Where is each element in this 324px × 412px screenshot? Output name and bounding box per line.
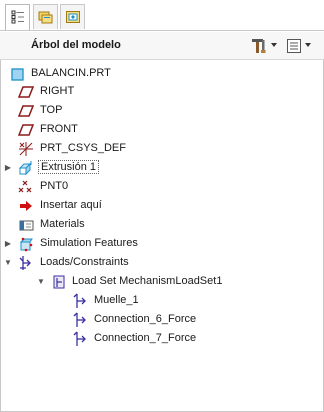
datum-plane-icon (18, 122, 34, 138)
datum-plane-icon (18, 103, 34, 119)
tree-item-connection-6-force[interactable]: Connection_6_Force (0, 311, 324, 329)
force-icon (72, 293, 88, 309)
tab-model-tree[interactable] (5, 4, 30, 31)
tree-item-label: Muelle_1 (94, 294, 139, 306)
force-icon (72, 331, 88, 347)
tree-item-loads-constraints[interactable]: ▼ Loads/Constraints (0, 254, 324, 272)
favorites-icon (65, 9, 81, 25)
tree-item-prt-csys-def[interactable]: PRT_CSYS_DEF (0, 140, 324, 158)
materials-icon (18, 217, 34, 233)
tree-item-extrusion-1[interactable]: ▶ Extrusión 1 (0, 159, 324, 177)
tree-item-connection-7-force[interactable]: Connection_7_Force (0, 330, 324, 348)
settings-tools-icon (250, 37, 268, 55)
tree-item-label: Simulation Features (40, 237, 138, 249)
tree-item-top[interactable]: TOP (0, 102, 324, 120)
collapse-arrow-icon[interactable]: ▼ (3, 258, 13, 268)
tree-item-label: BALANCIN.PRT (31, 67, 111, 79)
tree-item-label: TOP (40, 104, 63, 116)
expand-arrow-icon[interactable]: ▶ (3, 163, 13, 173)
chevron-down-icon (271, 43, 277, 47)
model-tree-header: Árbol del modelo (0, 32, 324, 60)
tree-item-label: Extrusión 1 (38, 160, 100, 174)
tree-item-right[interactable]: RIGHT (0, 83, 324, 101)
force-icon (72, 312, 88, 328)
tree-item-label: Connection_7_Force (94, 332, 197, 344)
expand-arrow-icon[interactable]: ▶ (3, 239, 13, 249)
tree-item-label: Insertar aquí (40, 199, 102, 211)
tree-item-front[interactable]: FRONT (0, 121, 324, 139)
datum-point-icon (18, 179, 34, 195)
model-tree-title: Árbol del modelo (31, 39, 121, 51)
model-tree-icon (11, 10, 25, 24)
coordinate-system-icon (18, 141, 34, 157)
tree-item-materials[interactable]: Materials (0, 216, 324, 234)
tree-item-label: FRONT (40, 123, 78, 135)
tab-folder-browser[interactable] (33, 4, 58, 29)
tree-item-label: Materials (40, 218, 85, 230)
tree-item-insert-here[interactable]: Insertar aquí (0, 197, 324, 215)
chevron-down-icon (305, 43, 311, 47)
collapse-arrow-icon[interactable]: ▼ (36, 277, 46, 287)
part-icon (10, 66, 26, 82)
folder-icon (38, 9, 54, 25)
load-set-icon (51, 274, 67, 290)
tree-item-label: Connection_6_Force (94, 313, 197, 325)
tree-item-label: PRT_CSYS_DEF (40, 142, 126, 154)
tree-item-simulation-features[interactable]: ▶ Simulation Features (0, 235, 324, 253)
navigator-tab-bar (0, 0, 324, 32)
tree-item-load-set[interactable]: ▼ Load Set MechanismLoadSet1 (0, 273, 324, 291)
tab-favorites[interactable] (60, 4, 85, 29)
show-menu-icon (286, 37, 302, 55)
tree-item-label: PNT0 (40, 180, 69, 192)
tree-item-label: Loads/Constraints (40, 256, 129, 268)
loads-constraints-icon (18, 255, 34, 271)
tree-item-muelle-1[interactable]: Muelle_1 (0, 292, 324, 310)
tree-item-label: RIGHT (40, 85, 75, 97)
tree-item-pnt0[interactable]: PNT0 (0, 178, 324, 196)
simulation-features-icon (18, 236, 34, 252)
tree-item-label: Load Set MechanismLoadSet1 (72, 275, 223, 287)
extrude-icon (18, 160, 34, 176)
insert-here-arrow-icon (18, 198, 34, 214)
datum-plane-icon (18, 84, 34, 100)
tree-item-balancin-prt[interactable]: BALANCIN.PRT (0, 65, 324, 83)
